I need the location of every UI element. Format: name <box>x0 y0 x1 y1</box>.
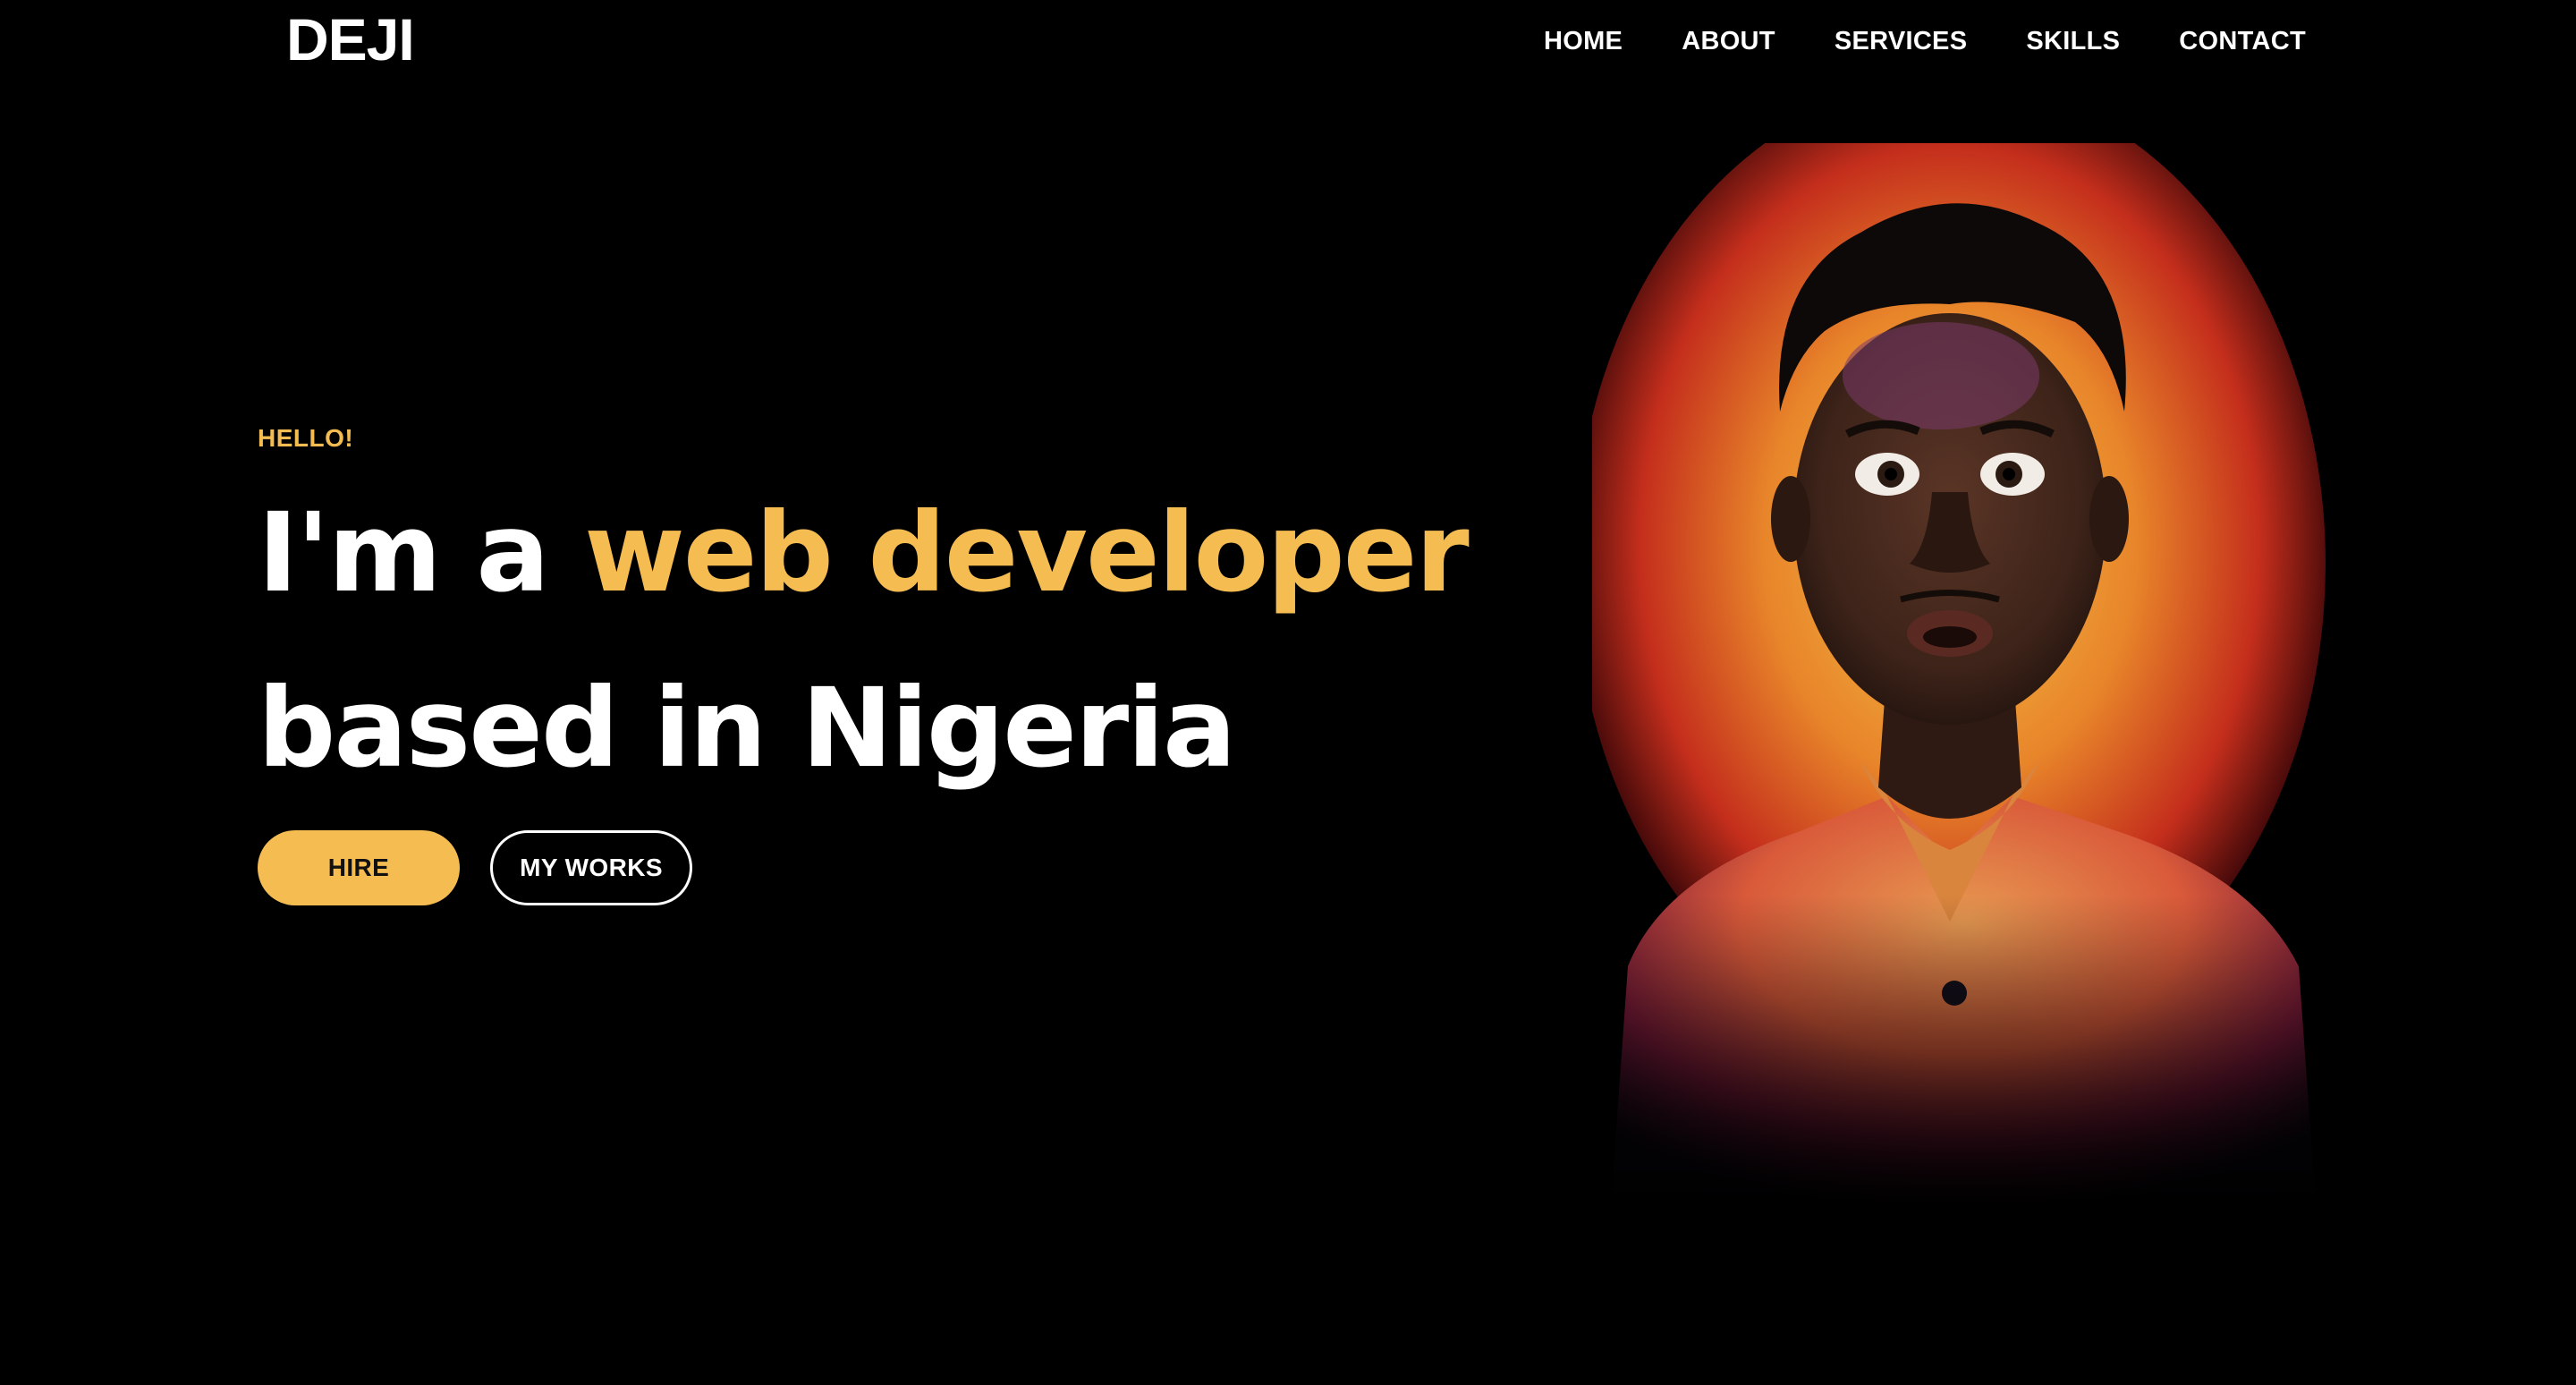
portrait-photo <box>1592 143 2326 1217</box>
headline-accent: web developer <box>584 489 1469 616</box>
page: DEJI HOME ABOUT SERVICES SKILLS CONTACT … <box>0 0 2576 1385</box>
main-nav: HOME ABOUT SERVICES SKILLS CONTACT <box>1544 23 2306 59</box>
hero-section: HELLO! I'm a web developer based in Nige… <box>258 421 1599 816</box>
nav-contact[interactable]: CONTACT <box>2179 23 2306 59</box>
my-works-button[interactable]: MY WORKS <box>490 830 692 905</box>
site-logo[interactable]: DEJI <box>286 7 415 72</box>
headline-prefix: I'm a <box>258 489 585 616</box>
headline-line-1: I'm a web developer <box>258 465 1599 641</box>
nav-services[interactable]: SERVICES <box>1835 23 1968 59</box>
nav-home[interactable]: HOME <box>1544 23 1623 59</box>
hero-eyebrow: HELLO! <box>258 424 354 452</box>
hire-button[interactable]: HIRE <box>258 830 460 905</box>
hero-headline: I'm a web developer based in Nigeria <box>258 465 1599 816</box>
nav-about[interactable]: ABOUT <box>1682 23 1775 59</box>
nav-skills[interactable]: SKILLS <box>2026 23 2120 59</box>
portrait-illustration <box>1592 143 2326 1217</box>
hero-buttons: HIRE MY WORKS <box>258 830 692 905</box>
headline-line-2: based in Nigeria <box>258 665 1236 792</box>
